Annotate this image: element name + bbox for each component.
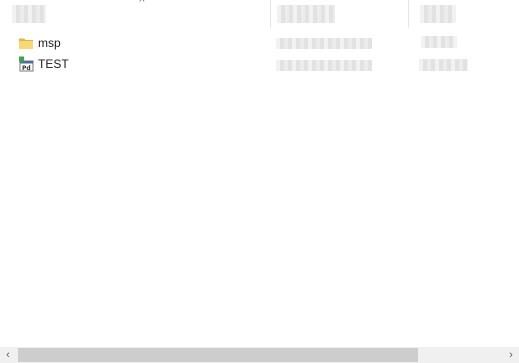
file-explorer-list-view: ^ msp Pd TEST ‹ › [0, 0, 519, 363]
column-divider[interactable] [270, 0, 271, 28]
scrollbar-thumb[interactable] [18, 348, 418, 362]
redacted-date-modified [276, 38, 372, 49]
redacted-date-modified [276, 60, 372, 71]
column-header-type[interactable] [410, 0, 519, 28]
sort-ascending-icon: ^ [139, 0, 145, 8]
redacted-name-header-label [12, 5, 46, 23]
redacted-date-header-label [277, 5, 335, 23]
scroll-right-arrow-icon[interactable]: › [503, 347, 519, 363]
program-shortcut-icon: Pd [18, 56, 34, 72]
column-header-row: ^ [0, 0, 519, 28]
column-header-date-modified[interactable] [272, 0, 406, 28]
redacted-file-type [421, 36, 457, 48]
horizontal-scrollbar[interactable]: ‹ › [0, 347, 519, 363]
column-divider[interactable] [408, 0, 409, 28]
file-name: TEST [38, 57, 69, 71]
column-header-name[interactable]: ^ [0, 0, 270, 28]
file-name: msp [38, 36, 61, 50]
folder-icon [18, 35, 34, 51]
list-item[interactable]: Pd TEST [0, 54, 519, 75]
redacted-file-type [419, 59, 468, 71]
list-item[interactable]: msp [0, 33, 519, 54]
scroll-left-arrow-icon[interactable]: ‹ [0, 347, 16, 363]
redacted-type-header-label [420, 5, 456, 23]
